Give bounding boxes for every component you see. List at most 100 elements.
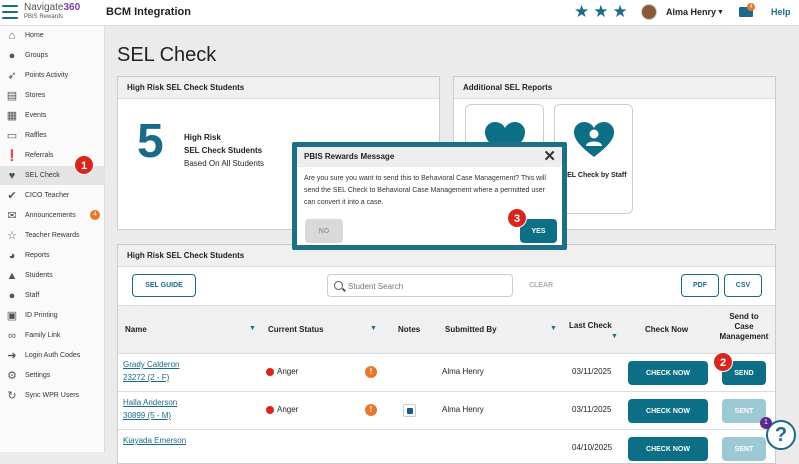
- high-risk-label: SEL Check Students: [184, 146, 263, 155]
- sidebar-item-id-printing[interactable]: ▣ ID Printing: [0, 306, 105, 325]
- pie-chart-icon: ◕: [8, 249, 16, 262]
- menu-icon[interactable]: [2, 5, 18, 19]
- sync-icon: ↻: [7, 390, 17, 402]
- search-input[interactable]: [348, 278, 508, 294]
- warning-icon[interactable]: !: [365, 366, 377, 378]
- gear-icon: ⚙: [7, 370, 17, 382]
- student-name-link[interactable]: Kiayada Emerson: [123, 436, 186, 445]
- help-link[interactable]: Help: [771, 7, 791, 17]
- heart-person-icon: [574, 122, 614, 157]
- last-check-date: 04/10/2025: [572, 443, 613, 452]
- panel-header: High Risk SEL Check Students: [118, 77, 439, 99]
- sidebar-item-home[interactable]: ⌂ Home: [0, 26, 105, 45]
- step-marker-3: 3: [507, 208, 527, 228]
- envelope-icon: ✉: [7, 210, 17, 222]
- app-logo: Navigate360: [24, 2, 81, 13]
- sidebar-item-login-auth-codes[interactable]: ➜ Login Auth Codes: [0, 346, 105, 365]
- student-name-link[interactable]: Grady Calderon: [123, 360, 179, 369]
- sidebar-item-students[interactable]: ▲ Students: [0, 266, 105, 285]
- search-icon: [334, 281, 343, 290]
- column-send-to-cm: Send to Case Management: [719, 312, 769, 341]
- sidebar-item-staff[interactable]: ● Staff: [0, 286, 105, 305]
- sidebar-item-label: Groups: [25, 52, 48, 59]
- sidebar-item-label: Referrals: [25, 152, 54, 159]
- sidebar-item-points-activity[interactable]: ➶ Points Activity: [0, 66, 105, 85]
- dialog-header: PBIS Rewards Message ✕: [297, 147, 562, 167]
- sidebar-item-groups[interactable]: ● Groups: [0, 46, 105, 65]
- sort-icon[interactable]: ▼: [249, 325, 256, 332]
- submitted-by: Alma Henry: [442, 405, 484, 414]
- high-risk-label: High Risk: [184, 133, 221, 142]
- sidebar-item-reports[interactable]: ◕ Reports: [0, 246, 105, 265]
- app-logo-subtitle: PBIS Rewards: [24, 14, 64, 20]
- help-badge: 1: [760, 417, 772, 429]
- avatar[interactable]: [641, 4, 657, 20]
- sidebar: ⌂ Home ● Groups ➶ Points Activity ▤ Stores ▦…: [0, 26, 105, 452]
- top-bar: Navigate360 PBIS Rewards BCM Integration…: [0, 0, 799, 26]
- link-icon: ∞: [8, 329, 16, 342]
- sidebar-item-label: Events: [25, 112, 47, 119]
- sidebar-item-stores[interactable]: ▤ Stores: [0, 86, 105, 105]
- rating-stars: ★ ★ ★: [574, 2, 628, 21]
- sidebar-item-label: ID Printing: [25, 312, 58, 319]
- no-button[interactable]: NO: [305, 219, 343, 243]
- dialog-title: PBIS Rewards Message: [304, 152, 395, 161]
- sort-icon[interactable]: ▼: [370, 325, 377, 332]
- sidebar-item-settings[interactable]: ⚙ Settings: [0, 366, 105, 385]
- anger-emoji-icon: [266, 406, 274, 414]
- step-marker-2: 2: [713, 352, 733, 372]
- sent-button: SENT: [722, 437, 766, 461]
- clear-button[interactable]: CLEAR: [518, 274, 564, 297]
- sidebar-item-label: Family Link: [25, 332, 61, 339]
- star-icon: ★: [593, 2, 609, 21]
- student-name-link[interactable]: Halla Anderson: [123, 398, 177, 407]
- sidebar-item-label: Students: [25, 272, 53, 279]
- sidebar-item-family-link[interactable]: ∞ Family Link: [0, 326, 105, 345]
- column-status[interactable]: Current Status: [268, 325, 324, 335]
- calendar-icon: ▦: [6, 110, 18, 122]
- student-id-link[interactable]: 30899 (5 - M): [123, 411, 171, 420]
- check-now-button[interactable]: CHECK NOW: [628, 399, 708, 423]
- column-notes: Notes: [398, 325, 421, 334]
- sidebar-item-raffles[interactable]: ▭ Raffles: [0, 126, 105, 145]
- cart-icon: ▤: [6, 90, 18, 102]
- anger-emoji-icon: [266, 368, 274, 376]
- star-icon: ★: [574, 2, 590, 21]
- pdf-button[interactable]: PDF: [681, 274, 719, 297]
- column-submitted-by[interactable]: Submitted By: [445, 325, 497, 335]
- status-text: Anger: [277, 367, 299, 376]
- sidebar-item-announcements[interactable]: ✉ Announcements 4: [0, 206, 105, 225]
- sort-icon[interactable]: ▼: [611, 333, 618, 340]
- sel-guide-button[interactable]: SEL GUIDE: [132, 274, 196, 297]
- sidebar-item-sync-wpr-users[interactable]: ↻ Sync WPR Users: [0, 386, 105, 405]
- table-row: Kiayada Emerson 04/10/2025 CHECK NOW SEN…: [118, 430, 775, 463]
- csv-button[interactable]: CSV: [724, 274, 762, 297]
- sidebar-item-cico-teacher[interactable]: ✔ CICO Teacher: [0, 186, 105, 205]
- column-check-now: Check Now: [645, 325, 689, 334]
- sidebar-item-label: SEL Check: [25, 172, 60, 179]
- sidebar-item-label: Reports: [25, 252, 50, 259]
- close-icon[interactable]: ✕: [543, 147, 556, 167]
- person-icon: ●: [8, 289, 16, 302]
- student-id-link[interactable]: 23272 (2 - F): [123, 373, 169, 382]
- column-name[interactable]: Name: [125, 325, 147, 335]
- dialog-message: Are you sure you want to send this to Be…: [304, 175, 546, 206]
- submitted-by: Alma Henry: [442, 367, 484, 376]
- user-name[interactable]: Alma Henry: [666, 7, 716, 17]
- check-circle-icon: ✔: [7, 190, 17, 202]
- sidebar-item-teacher-rewards[interactable]: ☆ Teacher Rewards: [0, 226, 105, 245]
- chevron-down-icon[interactable]: ▼: [717, 9, 724, 16]
- sidebar-item-label: Home: [25, 32, 44, 39]
- student-search[interactable]: [327, 274, 513, 297]
- sort-icon[interactable]: ▼: [550, 325, 557, 332]
- check-now-button[interactable]: CHECK NOW: [628, 361, 708, 385]
- sidebar-item-events[interactable]: ▦ Events: [0, 106, 105, 125]
- last-check-date: 03/11/2025: [572, 405, 612, 414]
- app-title: BCM Integration: [106, 6, 191, 18]
- note-icon[interactable]: [403, 404, 416, 417]
- groups-icon: ●: [8, 49, 16, 62]
- warning-icon[interactable]: !: [365, 404, 377, 416]
- column-last-check[interactable]: Last Check: [569, 321, 612, 331]
- panel-header: Additional SEL Reports: [454, 77, 775, 99]
- check-now-button[interactable]: CHECK NOW: [628, 437, 708, 461]
